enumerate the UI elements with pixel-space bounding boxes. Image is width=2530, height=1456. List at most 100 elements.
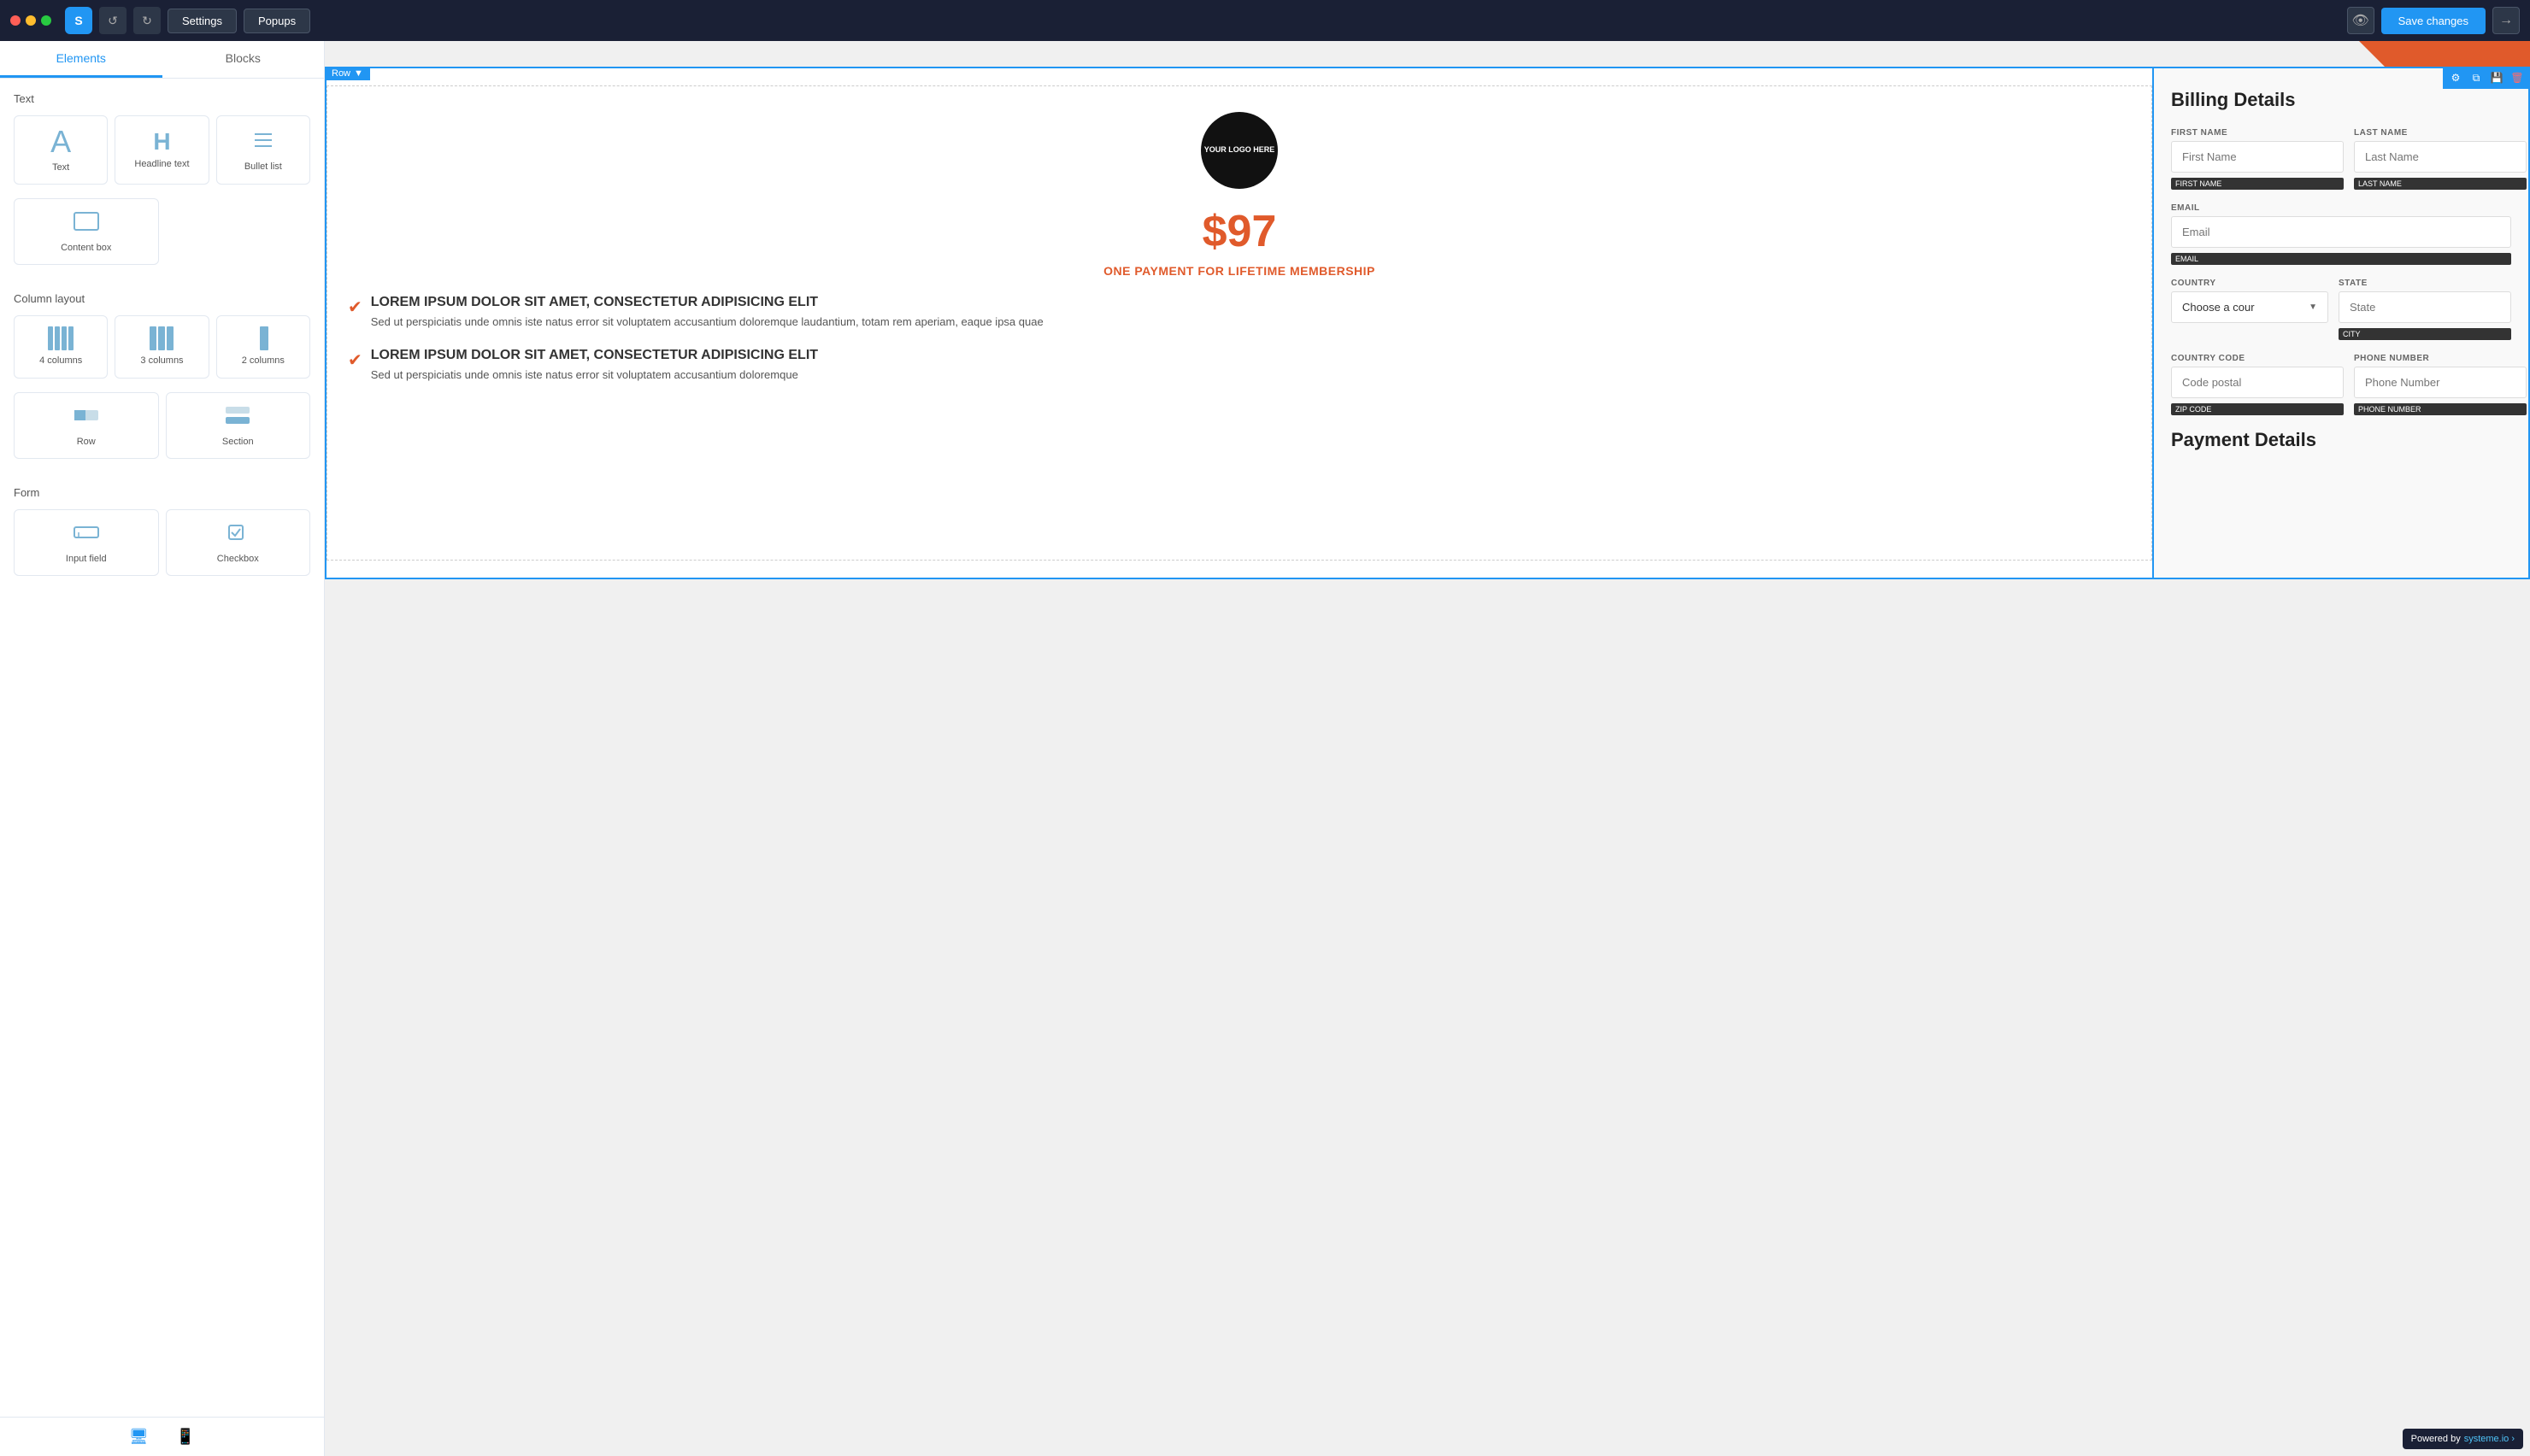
- column-section-label: Column layout: [14, 292, 310, 305]
- payment-section-title: Payment Details: [2171, 429, 2511, 451]
- element-checkbox[interactable]: Checkbox: [166, 509, 311, 576]
- row-delete-btn[interactable]: 🗑: [2508, 68, 2527, 87]
- element-text[interactable]: A Text: [14, 115, 108, 185]
- country-code-input[interactable]: [2171, 367, 2344, 398]
- input-field-icon: [73, 520, 100, 549]
- state-input[interactable]: [2339, 291, 2511, 323]
- feature-1-content: LOREM IPSUM DOLOR SIT AMET, CONSECTETUR …: [371, 295, 1044, 331]
- save-changes-button[interactable]: Save changes: [2381, 8, 2486, 34]
- feature-1-desc: Sed ut perspiciatis unde omnis iste natu…: [371, 314, 1044, 331]
- tab-elements[interactable]: Elements: [0, 41, 162, 78]
- phone-label: PHONE NUMBER: [2354, 354, 2527, 363]
- last-name-tag: LAST NAME: [2354, 178, 2527, 190]
- payment-text: ONE PAYMENT FOR LIFETIME MEMBERSHIP: [1103, 264, 1375, 278]
- text-element-label: Text: [52, 162, 69, 173]
- element-row[interactable]: Row: [14, 392, 159, 459]
- email-input[interactable]: [2171, 216, 2511, 248]
- state-group: STATE CITY: [2339, 279, 2511, 340]
- billing-title: Billing Details: [2171, 89, 2511, 111]
- element-section[interactable]: Section: [166, 392, 311, 459]
- 4col-icon: [48, 326, 74, 350]
- content-box-icon: [73, 209, 100, 238]
- last-name-label: LAST NAME: [2354, 128, 2527, 138]
- undo-button[interactable]: ↺: [99, 7, 126, 34]
- state-tag: CITY: [2339, 328, 2511, 340]
- bullet-element-icon: [251, 128, 275, 156]
- right-column: Billing Details FIRST NAME FIRST NAME LA…: [2152, 68, 2528, 578]
- row-controls: ⚙ ⧉ 💾 🗑: [2443, 67, 2530, 89]
- checkbox-icon: [224, 520, 251, 549]
- phone-tag: PHONE NUMBER: [2354, 403, 2527, 415]
- main-layout: Elements Blocks Text A Text H Headline t…: [0, 41, 2530, 1456]
- input-field-label: Input field: [66, 554, 107, 565]
- app-logo: S: [65, 7, 92, 34]
- content-elements-grid: Content box: [14, 198, 310, 265]
- 2col-label: 2 columns: [242, 355, 285, 367]
- row-down-icon: ▼: [354, 68, 363, 79]
- element-2col[interactable]: 2 columns: [216, 315, 310, 378]
- popups-button[interactable]: Popups: [244, 9, 310, 33]
- name-row: FIRST NAME FIRST NAME LAST NAME LAST NAM…: [2171, 128, 2511, 190]
- element-content-box[interactable]: Content box: [14, 198, 159, 265]
- element-bullet[interactable]: Bullet list: [216, 115, 310, 185]
- settings-button[interactable]: Settings: [168, 9, 237, 33]
- mobile-view-button[interactable]: 📱: [169, 1424, 202, 1449]
- email-row: EMAIL EMAIL: [2171, 203, 2511, 265]
- redo-button[interactable]: ↻: [133, 7, 161, 34]
- logo-circle-text: YOUR LOGO HERE: [1204, 145, 1275, 156]
- row-copy-btn[interactable]: ⧉: [2467, 68, 2486, 87]
- column-section: Column layout 4 columns: [0, 279, 324, 472]
- topbar-left: S ↺ ↻ Settings Popups: [10, 7, 310, 34]
- form-section: Form Input field Checkbox: [0, 473, 324, 590]
- left-column: YOUR LOGO HERE $97 ONE PAYMENT FOR LIFET…: [327, 85, 2152, 561]
- first-name-input[interactable]: [2171, 141, 2344, 173]
- column-elements-grid: 4 columns 3 columns: [14, 315, 310, 378]
- country-group: COUNTRY Choose a cour ▼: [2171, 279, 2328, 340]
- 4col-label: 4 columns: [39, 355, 82, 367]
- element-input-field[interactable]: Input field: [14, 509, 159, 576]
- country-select-value: Choose a cour: [2182, 301, 2255, 314]
- logo-circle: YOUR LOGO HERE: [1201, 112, 1278, 189]
- country-select-arrow: ▼: [2309, 302, 2317, 312]
- row-container: Row ▼ ⚙ ⧉ 💾 🗑 YOUR LOGO HERE $97 ONE PAY…: [325, 67, 2530, 579]
- feature-2-content: LOREM IPSUM DOLOR SIT AMET, CONSECTETUR …: [371, 348, 818, 384]
- mac-close[interactable]: [10, 15, 21, 26]
- desktop-view-button[interactable]: 🖥: [122, 1424, 156, 1449]
- last-name-input[interactable]: [2354, 141, 2527, 173]
- content-box-label: Content box: [61, 243, 111, 254]
- feature-1-title: LOREM IPSUM DOLOR SIT AMET, CONSECTETUR …: [371, 295, 1044, 310]
- country-code-label: COUNTRY CODE: [2171, 354, 2344, 363]
- first-name-tag: FIRST NAME: [2171, 178, 2344, 190]
- phone-input[interactable]: [2354, 367, 2527, 398]
- row-settings-btn[interactable]: ⚙: [2446, 68, 2465, 87]
- mac-fullscreen[interactable]: [41, 15, 51, 26]
- headline-element-label: Headline text: [134, 159, 189, 170]
- sidebar-tabs: Elements Blocks: [0, 41, 324, 79]
- bullet-element-label: Bullet list: [244, 161, 282, 173]
- element-4col[interactable]: 4 columns: [14, 315, 108, 378]
- first-name-group: FIRST NAME FIRST NAME: [2171, 128, 2344, 190]
- feature-2-desc: Sed ut perspiciatis unde omnis iste natu…: [371, 367, 818, 384]
- topbar-right: 👁 Save changes →: [2347, 7, 2520, 34]
- powered-by-bar: Powered by systeme.io ›: [2403, 1429, 2523, 1449]
- email-label: EMAIL: [2171, 203, 2511, 213]
- left-sidebar: Elements Blocks Text A Text H Headline t…: [0, 41, 325, 1456]
- country-code-tag: ZIP CODE: [2171, 403, 2344, 415]
- country-select[interactable]: Choose a cour ▼: [2171, 291, 2328, 323]
- element-headline[interactable]: H Headline text: [115, 115, 209, 185]
- powered-by-brand[interactable]: systeme.io ›: [2464, 1434, 2515, 1444]
- 3col-icon: [150, 326, 174, 350]
- row-save-btn[interactable]: 💾: [2487, 68, 2506, 87]
- form-section-label: Form: [14, 486, 310, 499]
- preview-button[interactable]: 👁: [2347, 7, 2374, 34]
- last-name-group: LAST NAME LAST NAME: [2354, 128, 2527, 190]
- state-label: STATE: [2339, 279, 2511, 288]
- tab-blocks[interactable]: Blocks: [162, 41, 325, 78]
- element-3col[interactable]: 3 columns: [115, 315, 209, 378]
- country-code-group: COUNTRY CODE ZIP CODE: [2171, 354, 2344, 415]
- mac-window-buttons: [10, 15, 51, 26]
- row-icon: [73, 403, 100, 432]
- feature-item-2: ✔ LOREM IPSUM DOLOR SIT AMET, CONSECTETU…: [348, 348, 2131, 384]
- mac-minimize[interactable]: [26, 15, 36, 26]
- exit-button[interactable]: →: [2492, 7, 2520, 34]
